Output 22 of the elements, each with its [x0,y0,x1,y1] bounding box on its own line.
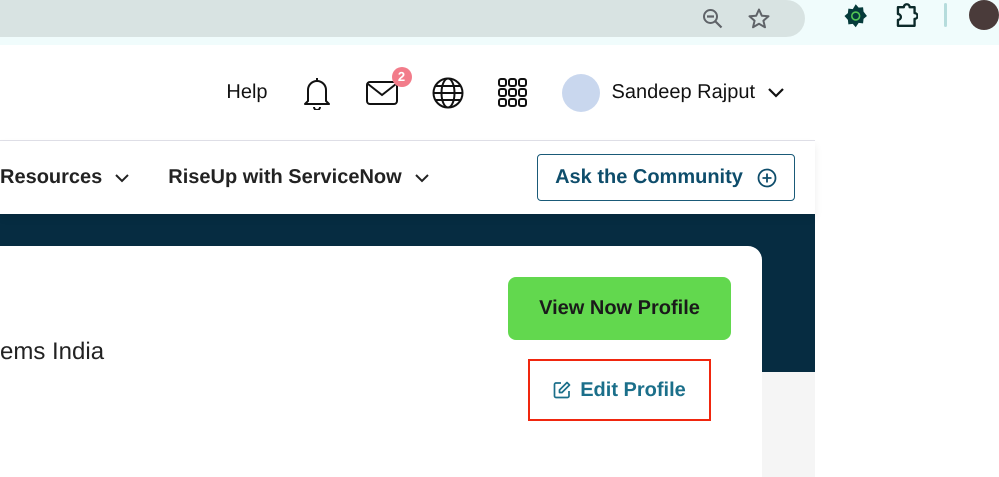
chevron-down-icon[interactable] [767,86,785,98]
bell-icon[interactable] [302,76,332,110]
help-link[interactable]: Help [226,81,268,104]
user-name[interactable]: Sandeep Rajput [612,81,755,104]
puzzle-icon[interactable] [894,3,918,29]
gear-icon[interactable] [843,3,869,29]
chevron-down-icon [414,172,430,182]
plus-circle-icon [756,168,777,188]
globe-icon[interactable] [432,76,464,108]
edit-profile-link[interactable]: Edit Profile [553,378,686,402]
edit-icon [553,381,572,399]
chevron-down-icon [114,172,130,182]
view-profile-button[interactable]: View Now Profile [508,277,731,340]
star-icon[interactable] [747,6,772,30]
nav-menu-item[interactable]: RiseUp with ServiceNow [168,166,430,189]
company-name: ems India [0,338,104,367]
ask-community-button[interactable]: Ask the Community [537,154,795,201]
mail-icon[interactable] [366,80,398,104]
nav-menu-item[interactable]: Resources [0,166,130,189]
profile-avatar[interactable] [969,0,999,30]
unread-badge: 2 [392,66,412,86]
apps-grid-icon[interactable] [498,78,528,108]
